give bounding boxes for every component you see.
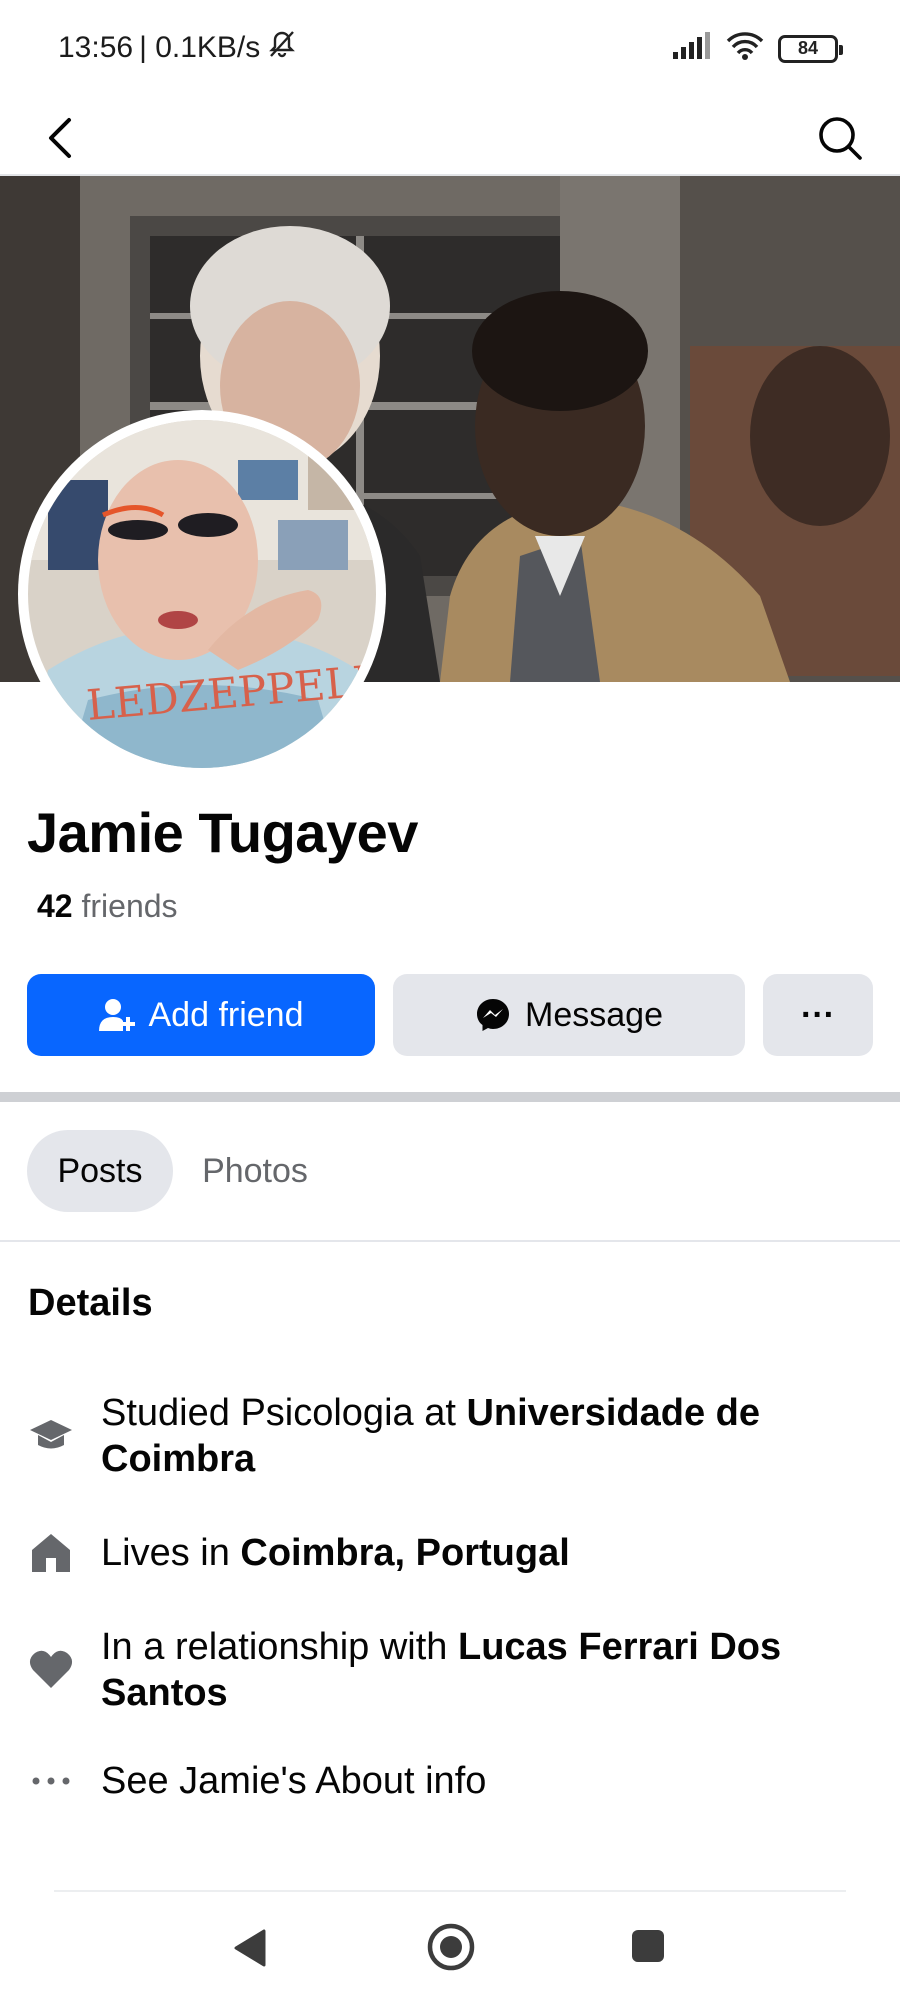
heart-icon	[28, 1646, 74, 1692]
detail-about-text: See Jamie's About info	[101, 1760, 487, 1802]
add-friend-button[interactable]: Add friend	[27, 974, 375, 1056]
add-friend-label: Add friend	[148, 995, 304, 1034]
nav-home-button[interactable]	[426, 1922, 476, 1977]
chevron-left-icon	[49, 118, 71, 158]
message-label: Message	[525, 995, 663, 1034]
detail-relationship-text: In a relationship with Lucas Ferrari Dos…	[101, 1624, 861, 1716]
friends-label: friends	[81, 888, 178, 924]
profile-name: Jamie Tugayev	[27, 801, 418, 864]
back-button[interactable]	[30, 100, 90, 176]
relationship-prefix: In a relationship with	[101, 1626, 458, 1668]
detail-education-text: Studied Psicologia at Universidade de Co…	[101, 1390, 861, 1482]
friends-count: 42	[37, 888, 73, 924]
home-icon	[28, 1530, 74, 1576]
circle-home-icon	[427, 1923, 475, 1971]
status-network-speed: | 0.1KB/s	[139, 31, 261, 64]
add-friend-icon	[98, 999, 135, 1031]
graduation-cap-icon	[28, 1412, 74, 1458]
nav-back-button[interactable]	[232, 1928, 268, 1973]
tab-photos[interactable]: Photos	[190, 1130, 320, 1212]
battery-level: 84	[797, 38, 819, 58]
location-city[interactable]: Coimbra, Portugal	[240, 1532, 569, 1574]
more-options-button[interactable]: ···	[763, 974, 873, 1056]
section-divider	[0, 1092, 900, 1102]
status-left: 13:56 | 0.1KB/s	[58, 28, 298, 68]
mute-icon	[266, 28, 298, 68]
status-bar: 13:56 | 0.1KB/s 84	[0, 0, 900, 100]
profile-avatar[interactable]: LEDZEPPELIN	[18, 410, 386, 778]
search-button[interactable]	[802, 100, 878, 176]
detail-location-text: Lives in Coimbra, Portugal	[101, 1530, 861, 1576]
ellipsis-icon	[28, 1758, 74, 1804]
search-icon	[819, 117, 862, 160]
details-title: Details	[28, 1282, 153, 1324]
tab-posts-label: Posts	[57, 1151, 143, 1190]
wifi-icon	[726, 32, 764, 65]
message-button[interactable]: Message	[393, 974, 745, 1056]
avatar-image: LEDZEPPELIN	[28, 420, 376, 768]
tab-photos-label: Photos	[202, 1151, 308, 1190]
tabs-divider	[0, 1240, 900, 1242]
tab-posts[interactable]: Posts	[27, 1130, 173, 1212]
nav-recents-button[interactable]	[630, 1928, 666, 1969]
system-nav-bar	[0, 1900, 900, 2000]
more-icon: ···	[801, 995, 835, 1034]
content-end-divider	[54, 1890, 846, 1892]
messenger-icon	[477, 999, 510, 1031]
battery-icon: 84	[778, 34, 843, 63]
signal-icon	[672, 32, 712, 65]
status-time: 13:56	[58, 31, 134, 64]
friends-count-link[interactable]: 42 friends	[37, 888, 178, 925]
education-prefix: Studied Psicologia at	[101, 1392, 467, 1434]
square-recents-icon	[632, 1930, 664, 1962]
triangle-back-icon	[234, 1929, 266, 1967]
location-prefix: Lives in	[101, 1532, 241, 1574]
status-right: 84	[672, 32, 843, 65]
app-header	[0, 100, 900, 176]
